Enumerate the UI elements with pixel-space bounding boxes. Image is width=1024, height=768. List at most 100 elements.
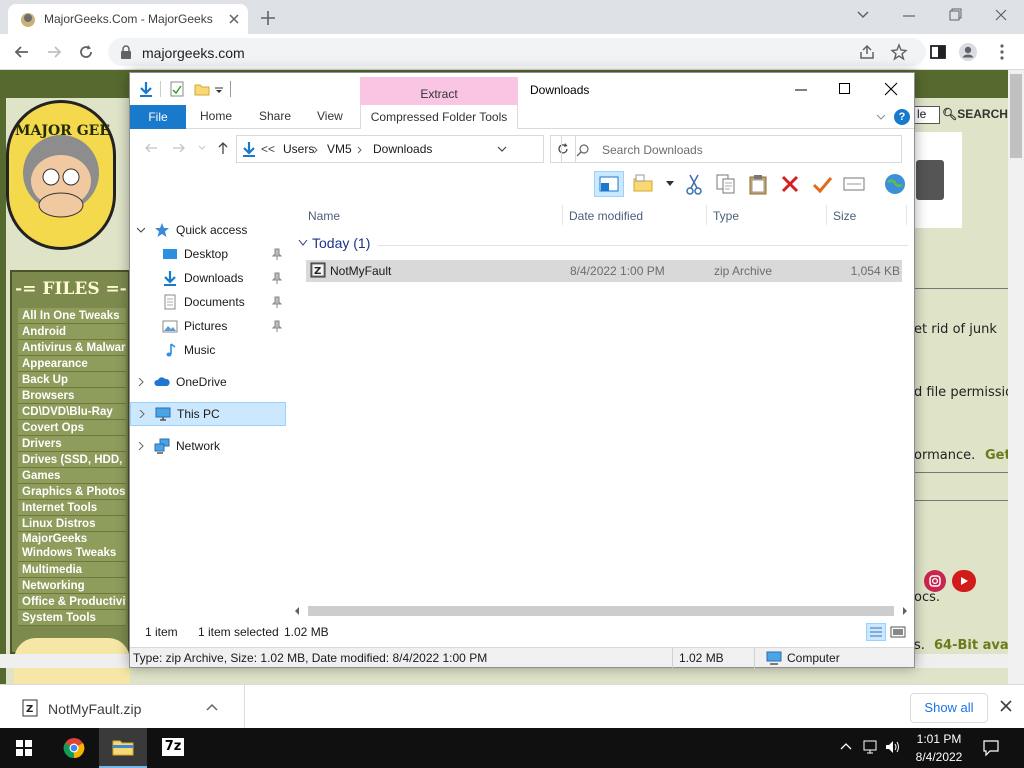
youtube-icon[interactable] [952, 570, 976, 592]
category-link[interactable]: Graphics & Photos [18, 484, 126, 500]
file-row-notmyfault[interactable]: Z NotMyFault 8/4/2022 1:00 PM zip Archiv… [306, 260, 902, 282]
nav-up-icon[interactable] [216, 141, 230, 155]
category-link[interactable]: All In One Tweaks [18, 308, 126, 324]
lock-icon[interactable] [120, 45, 132, 59]
nav-network[interactable]: Network [130, 435, 286, 457]
chevron-right-icon[interactable] [138, 410, 146, 418]
group-header-today[interactable]: Today (1) [312, 235, 370, 251]
pin-icon[interactable] [272, 272, 282, 284]
nav-desktop[interactable]: Desktop [130, 243, 286, 265]
download-item[interactable]: Z NotMyFault.zip [14, 693, 234, 723]
side-panel-icon[interactable] [928, 42, 948, 62]
category-link[interactable]: System Tools [18, 610, 126, 626]
site-search-input[interactable]: le [914, 106, 940, 124]
chevron-right-icon[interactable] [137, 442, 145, 450]
large-icons-view-icon[interactable] [890, 624, 906, 640]
details-view-icon[interactable] [866, 623, 886, 641]
paste-clipboard-icon[interactable] [747, 173, 769, 195]
show-all-button[interactable]: Show all [910, 693, 988, 723]
category-link[interactable]: Android [18, 324, 126, 340]
properties-icon[interactable] [170, 81, 184, 97]
breadcrumb-overflow[interactable]: << [261, 142, 275, 156]
explorer-minimize-icon[interactable] [794, 82, 808, 96]
column-size[interactable]: Size [833, 209, 856, 223]
ribbon-expand-chevron-icon[interactable] [876, 113, 886, 121]
search-downloads-input[interactable]: Search Downloads [561, 135, 902, 163]
site-search-button[interactable]: 🔍︎SEARCH [942, 107, 1008, 121]
breadcrumb-separator-icon[interactable] [313, 146, 319, 154]
page-scrollbar[interactable] [1008, 70, 1024, 684]
properties-card-icon[interactable] [843, 173, 865, 195]
column-separator[interactable] [826, 205, 827, 225]
volume-icon[interactable] [884, 739, 902, 755]
majorgeeks-logo[interactable]: MAJOR GEE [6, 100, 116, 250]
column-separator[interactable] [906, 205, 907, 225]
chevron-down-icon[interactable] [137, 226, 145, 234]
category-link[interactable]: CD\DVD\Blu-Ray [18, 404, 126, 420]
nav-pictures[interactable]: Pictures [130, 315, 286, 337]
breadcrumb-vm5[interactable]: VM5 [327, 142, 352, 156]
pin-icon[interactable] [272, 296, 282, 308]
category-link[interactable]: MajorGeeks Windows Tweaks [18, 532, 126, 562]
help-icon[interactable]: ? [894, 109, 910, 125]
notification-center-icon[interactable] [982, 739, 1000, 757]
snippet-link-64bit[interactable]: 64-Bit ava [934, 638, 1009, 653]
category-link[interactable]: Appearance [18, 356, 126, 372]
pin-icon[interactable] [272, 320, 282, 332]
nav-this-pc[interactable]: This PC [130, 402, 286, 426]
pin-icon[interactable] [272, 248, 282, 260]
breadcrumb-separator-icon[interactable] [357, 146, 363, 154]
taskbar-chrome[interactable] [50, 728, 98, 768]
column-separator[interactable] [562, 205, 563, 225]
address-history-chevron-icon[interactable] [497, 146, 507, 154]
category-link[interactable]: Networking [18, 578, 126, 594]
category-link[interactable]: Back Up [18, 372, 126, 388]
clock-time[interactable]: 1:01 PM [904, 732, 974, 746]
content-horizontal-scrollbar[interactable] [290, 603, 914, 619]
delete-x-icon[interactable] [779, 173, 801, 195]
tab-share[interactable]: Share [259, 109, 291, 123]
profile-avatar-icon[interactable] [958, 42, 978, 62]
qat-dropdown-icon[interactable] [214, 85, 224, 95]
tab-compressed-folder-tools[interactable]: Compressed Folder Tools [360, 105, 518, 129]
address-bar[interactable]: majorgeeks.com [108, 38, 926, 66]
forward-arrow-icon[interactable] [44, 42, 64, 62]
nav-back-icon[interactable] [144, 141, 158, 155]
column-name[interactable]: Name [308, 209, 340, 223]
reload-icon[interactable] [76, 42, 96, 62]
snippet-link-get[interactable]: Get [985, 448, 1011, 463]
bookmark-star-icon[interactable] [890, 43, 908, 61]
chevron-right-icon[interactable] [137, 378, 145, 386]
nav-music[interactable]: Music [130, 339, 286, 361]
rename-check-icon[interactable] [811, 173, 833, 195]
show-hidden-icons-chevron-icon[interactable] [840, 742, 852, 750]
instagram-icon[interactable] [924, 570, 946, 592]
tab-home[interactable]: Home [200, 109, 232, 123]
new-tab-button[interactable] [258, 8, 278, 28]
scrollbar-thumb[interactable] [308, 606, 894, 616]
cut-scissors-icon[interactable] [683, 173, 705, 195]
category-link[interactable]: Browsers [18, 388, 126, 404]
start-button[interactable] [0, 728, 48, 768]
minimize-icon[interactable] [898, 6, 920, 24]
category-link[interactable]: Covert Ops [18, 420, 126, 436]
scroll-left-icon[interactable] [294, 607, 300, 615]
category-link[interactable]: Drives (SSD, HDD, USB) [18, 452, 126, 468]
browser-menu-icon[interactable] [992, 42, 1012, 62]
address-breadcrumb[interactable]: << Users VM5 Downloads [236, 135, 544, 163]
download-options-chevron-icon[interactable] [206, 703, 218, 711]
nav-forward-icon[interactable] [172, 141, 186, 155]
browser-tab[interactable]: MajorGeeks.Com - MajorGeeks [8, 4, 248, 34]
copy-icon[interactable] [715, 173, 737, 195]
folder-options-icon[interactable] [632, 173, 654, 195]
taskbar-file-explorer[interactable] [99, 728, 147, 768]
nav-quick-access[interactable]: Quick access [130, 219, 286, 241]
page-scrollbar-thumb[interactable] [1010, 74, 1022, 158]
breadcrumb-users[interactable]: Users [283, 142, 314, 156]
folder-options-dropdown-icon[interactable] [666, 181, 674, 187]
column-date-modified[interactable]: Date modified [569, 209, 643, 223]
category-link[interactable]: Office & Productivity [18, 594, 126, 610]
explorer-close-icon[interactable] [884, 82, 898, 96]
column-type[interactable]: Type [713, 209, 739, 223]
category-link[interactable]: Antivirus & Malware [18, 340, 126, 356]
